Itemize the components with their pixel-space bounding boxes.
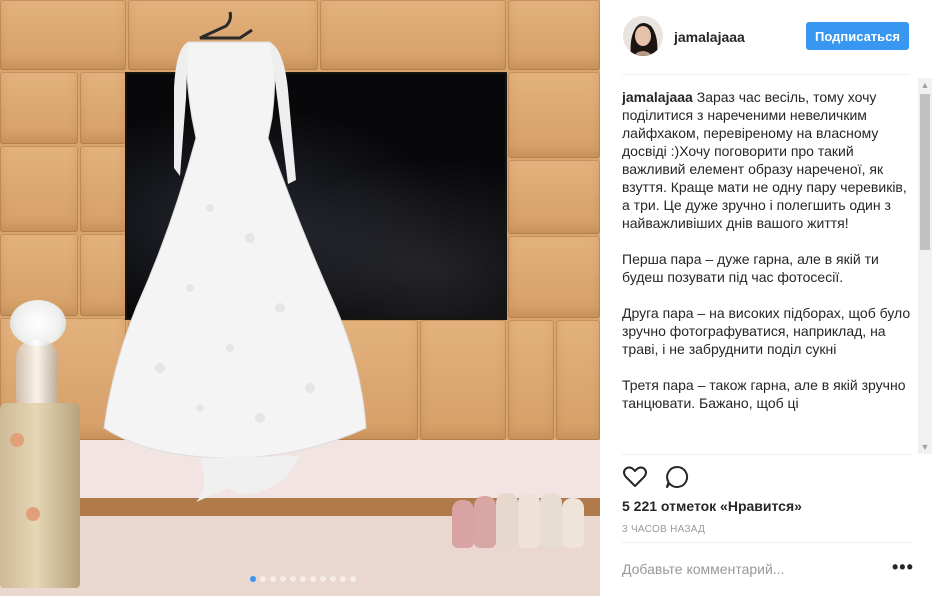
more-options-button[interactable]: ••• bbox=[892, 557, 914, 578]
caption-paragraph: Перша пара – дуже гарна, але в якій ти б… bbox=[622, 251, 879, 285]
chevron-down-icon[interactable]: ▼ bbox=[918, 440, 932, 454]
caption-paragraph: jamalajaaa Зараз час весіль, тому хочу п… bbox=[622, 88, 912, 232]
carousel-dot[interactable] bbox=[280, 576, 286, 582]
caption: jamalajaaa Зараз час весіль, тому хочу п… bbox=[622, 88, 912, 454]
carousel-dots bbox=[250, 576, 356, 582]
scrollbar-thumb[interactable] bbox=[920, 94, 930, 250]
carousel-dot[interactable] bbox=[330, 576, 336, 582]
wedding-dress bbox=[103, 11, 367, 502]
vase bbox=[16, 340, 58, 410]
caption-author[interactable]: jamalajaaa bbox=[622, 89, 693, 105]
action-bar bbox=[622, 454, 912, 495]
chevron-up-icon[interactable]: ▲ bbox=[918, 78, 932, 92]
carousel-dot[interactable] bbox=[260, 576, 266, 582]
carousel-dot[interactable] bbox=[250, 576, 256, 582]
carousel-dot[interactable] bbox=[320, 576, 326, 582]
carousel-dot[interactable] bbox=[350, 576, 356, 582]
caption-scrollbar[interactable]: ▲ ▼ bbox=[918, 78, 932, 454]
carousel-dot[interactable] bbox=[310, 576, 316, 582]
avatar[interactable] bbox=[623, 16, 663, 56]
post-header: jamalajaaa Подписаться bbox=[622, 0, 910, 75]
wooden-stool bbox=[0, 403, 80, 588]
post-time[interactable]: 3 ЧАСОВ НАЗАД bbox=[622, 524, 705, 535]
post-side-panel: jamalajaaa Подписаться jamalajaaa Зараз … bbox=[600, 0, 932, 596]
caption-text: Зараз час весіль, тому хочу поділитися з… bbox=[622, 89, 907, 231]
username-link[interactable]: jamalajaaa bbox=[674, 29, 745, 45]
follow-button[interactable]: Подписаться bbox=[806, 22, 909, 50]
carousel-dot[interactable] bbox=[300, 576, 306, 582]
carousel-dot[interactable] bbox=[340, 576, 346, 582]
comment-input[interactable] bbox=[622, 561, 882, 577]
comment-bar: ••• bbox=[622, 542, 914, 597]
likes-count[interactable]: 5 221 отметок «Нравится» bbox=[622, 498, 802, 514]
comment-icon[interactable] bbox=[664, 464, 690, 490]
carousel-dot[interactable] bbox=[290, 576, 296, 582]
carousel-dot[interactable] bbox=[270, 576, 276, 582]
post-photo[interactable] bbox=[0, 0, 600, 596]
bridal-shoes bbox=[450, 478, 590, 548]
caption-paragraph: Друга пара – на високих підборах, щоб бу… bbox=[622, 305, 911, 357]
instagram-post-modal: jamalajaaa Подписаться jamalajaaa Зараз … bbox=[0, 0, 932, 596]
heart-icon[interactable] bbox=[622, 464, 648, 490]
caption-paragraph: Третя пара – також гарна, але в якій зру… bbox=[622, 377, 906, 411]
